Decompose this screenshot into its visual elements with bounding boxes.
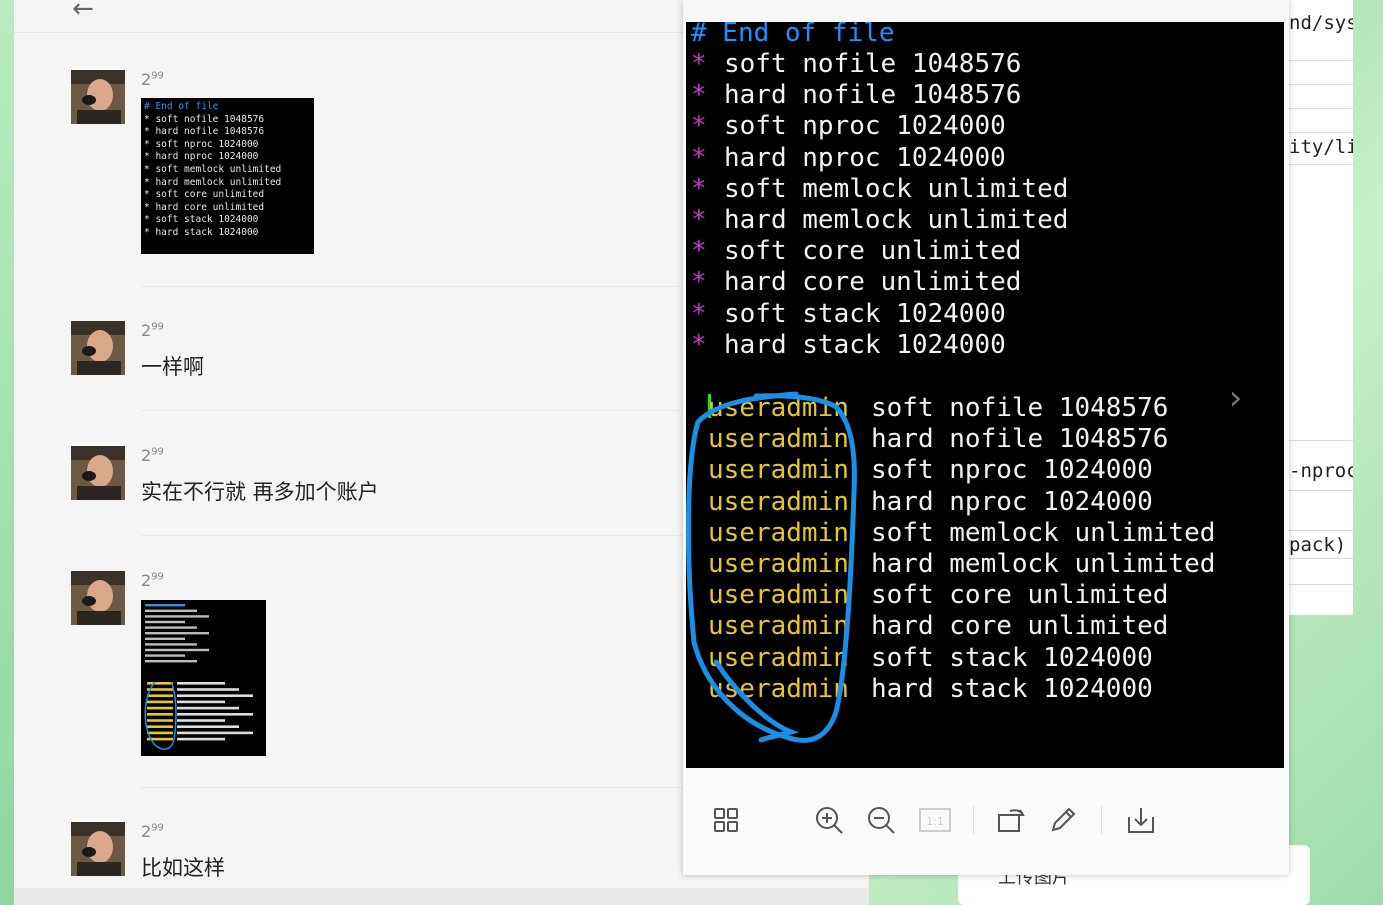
terminal-screenshot: # End of file * soft nofile 1048576 * hard … <box>686 22 1284 768</box>
thumbnail-text-line <box>145 637 185 640</box>
thumbnail-text-line <box>177 731 253 735</box>
thumbnail-user-line <box>147 731 173 735</box>
doc-row-line <box>1283 584 1353 585</box>
thumbnail-line: * hard core unlimited <box>144 201 265 213</box>
sender-name: 299 <box>141 571 164 590</box>
thumbnail-line: # End of file <box>144 101 219 112</box>
thumbnail-line: * soft memlock unlimited <box>144 163 282 175</box>
thumbnail-line: * hard stack 1024000 <box>144 226 259 238</box>
viewer-titlebar <box>683 0 1289 22</box>
thumbnail-text-line <box>177 688 239 691</box>
thumbnail-text-line <box>177 737 225 741</box>
rotate-icon[interactable] <box>995 804 1027 836</box>
toolbar-divider <box>973 806 974 834</box>
doc-snippet: ity/li <box>1289 136 1353 158</box>
annotation-circle <box>686 391 857 743</box>
thumbnail-user-line <box>147 719 173 722</box>
viewer-toolbar: 1:1 <box>683 768 1289 875</box>
avatar[interactable] <box>71 70 125 124</box>
sender-name: 299 <box>141 70 164 89</box>
thumbnail-user-line <box>147 682 173 685</box>
avatar[interactable] <box>71 446 125 500</box>
thumbnail-preview <box>141 600 266 756</box>
doc-row-line <box>1283 530 1353 531</box>
thumbnail-text-line <box>145 615 209 618</box>
thumbnail-text-line <box>177 682 225 685</box>
image-thumbnail[interactable] <box>141 600 266 756</box>
thumbnail-user-line <box>147 694 173 697</box>
thumbnail-text-line <box>145 609 197 612</box>
doc-row-line <box>1283 108 1353 109</box>
thumbnail-line: * hard memlock unlimited <box>144 176 282 188</box>
thumbnail-text-line <box>145 643 197 646</box>
doc-row-line <box>1283 132 1353 133</box>
thumbnail-text-line <box>145 660 197 663</box>
thumbnail-line: * soft nproc 1024000 <box>144 138 259 150</box>
doc-snippet: -nproc <box>1289 460 1353 482</box>
thumbnail-user-line <box>147 713 173 716</box>
avatar[interactable] <box>71 571 125 625</box>
message-text: 比如这样 <box>141 856 225 880</box>
thumbnail-text-line <box>145 654 185 657</box>
sender-name: 299 <box>141 446 164 465</box>
grid-view-icon[interactable] <box>710 804 742 836</box>
actual-size-label: 1:1 <box>926 815 944 828</box>
doc-snippet: pack) <box>1289 534 1347 556</box>
thumbnail-text-line <box>177 706 239 710</box>
thumbnail-line: * soft nofile 1048576 <box>144 113 265 125</box>
thumbnail-text-line <box>145 626 197 629</box>
thumbnail-text-line <box>145 648 209 652</box>
thumbnail-user-line <box>147 706 173 710</box>
doc-row-line <box>1283 84 1353 85</box>
thumbnail-user-line <box>147 700 173 704</box>
background-document: nd/sys ity/li -nproc pack) <box>1283 0 1353 615</box>
thumbnail-text-line <box>177 713 253 716</box>
doc-row-line <box>1283 490 1353 491</box>
zoom-in-icon[interactable] <box>813 804 845 836</box>
thumbnail-line: * hard nofile 1048576 <box>144 126 265 138</box>
thumbnail-text-line <box>177 725 239 728</box>
chat-input-edge <box>14 888 869 905</box>
sender-name: 299 <box>141 822 164 841</box>
thumbnail-user-line <box>147 725 173 728</box>
image-thumbnail[interactable]: # End of file * soft nofile 1048576 * hard… <box>141 98 314 254</box>
zoom-out-icon[interactable] <box>865 804 897 836</box>
avatar[interactable] <box>71 822 125 876</box>
thumbnail-line: * soft core unlimited <box>144 189 265 201</box>
doc-snippet: nd/sys <box>1289 12 1353 34</box>
arrow-left-icon[interactable]: ← <box>72 0 94 24</box>
thumbnail-text-line <box>145 632 209 635</box>
doc-row-line <box>1283 558 1353 559</box>
doc-row-line <box>1283 164 1353 165</box>
actual-size-icon[interactable]: 1:1 <box>919 804 951 836</box>
thumbnail-line: * soft stack 1024000 <box>144 214 259 226</box>
image-viewer: # End of file * soft nofile 1048576 * hard … <box>683 0 1289 875</box>
thumbnail-text-line <box>177 719 225 722</box>
download-icon[interactable] <box>1125 804 1157 836</box>
thumbnail-text-line <box>145 604 185 607</box>
toolbar-divider <box>1101 806 1102 834</box>
thumbnail-text-line <box>145 620 185 624</box>
doc-row-line <box>1283 60 1353 61</box>
thumbnail-line: * hard nproc 1024000 <box>144 151 259 163</box>
chevron-right-icon[interactable]: › <box>1225 378 1245 418</box>
thumbnail-text-line <box>177 700 225 704</box>
edit-pen-icon[interactable] <box>1047 804 1079 836</box>
thumbnail-text-line <box>177 694 253 697</box>
doc-row-line <box>1283 440 1353 441</box>
avatar[interactable] <box>71 321 125 375</box>
message-text: 实在不行就 再多加个账户 <box>141 480 379 504</box>
message-text: 一样啊 <box>141 355 204 379</box>
sender-name: 299 <box>141 321 164 340</box>
